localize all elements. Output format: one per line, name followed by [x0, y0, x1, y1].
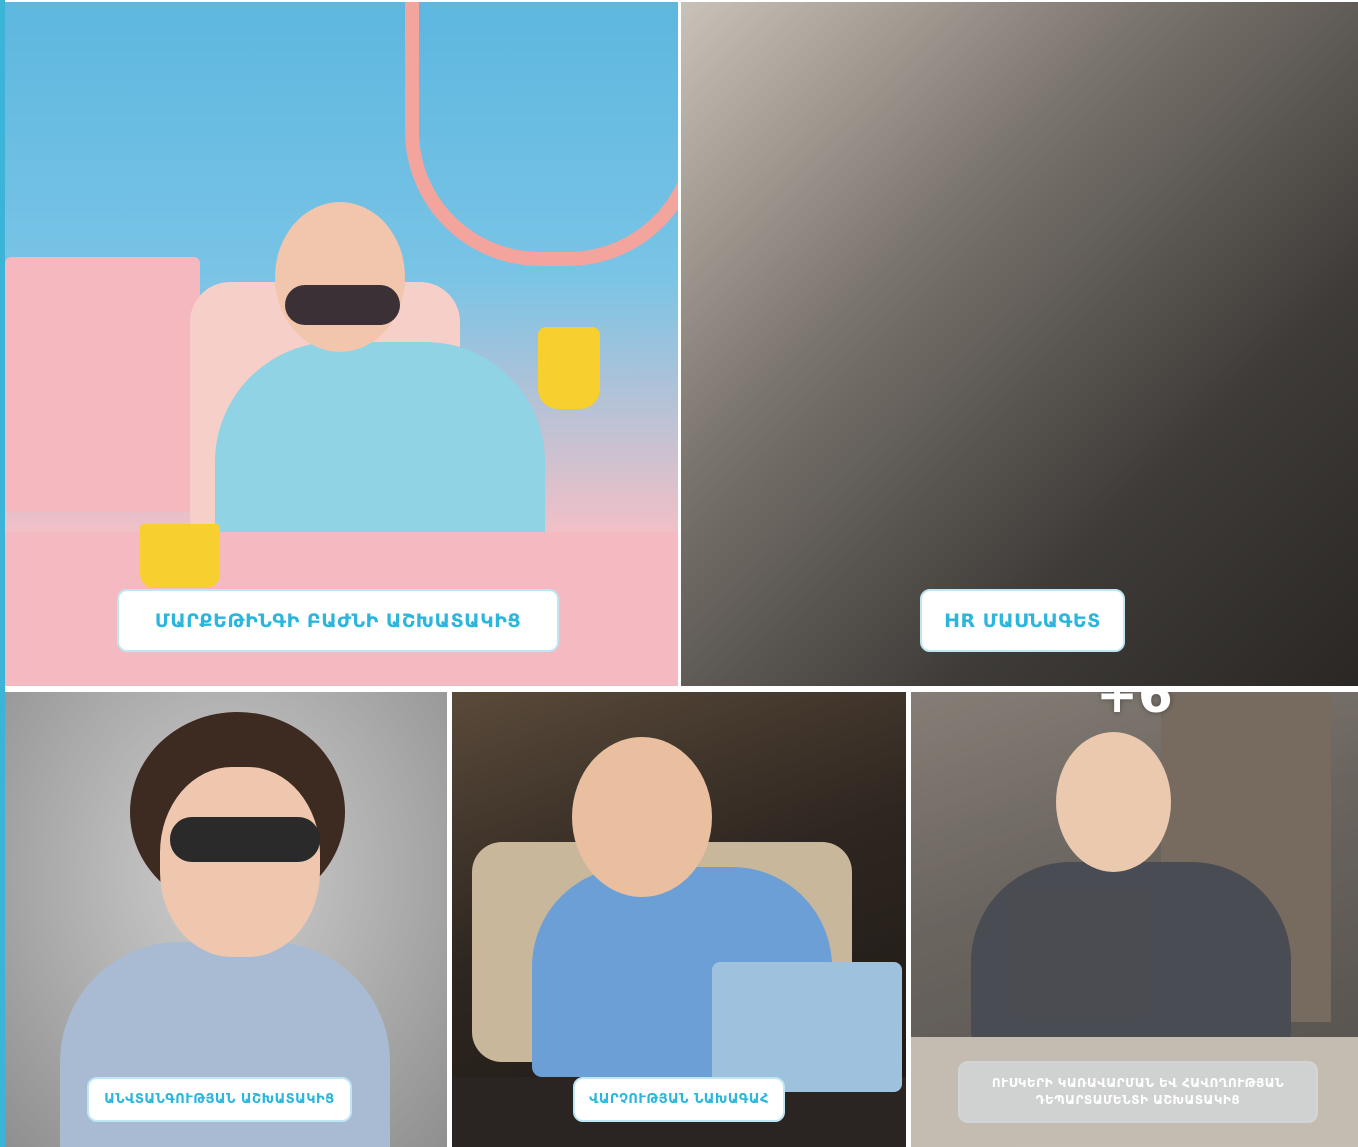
vase-decor	[538, 327, 600, 409]
sunglasses-decor	[285, 285, 400, 325]
mug-decor	[140, 524, 220, 588]
gallery-photo-security[interactable]: ԱՆՎՏԱՆԳՈՒԹՅԱՆ ԱՇԽԱՏԱԿԻՑ	[5, 692, 447, 1147]
gallery-photo-more[interactable]: +6 ՈՒՍԿԵՐԻ ԿԱՌԱՎԱՐՄԱՆ ԵՎ ՀԱՎՈՂՈՒԹՅԱՆ ԴԵՊ…	[911, 692, 1358, 1147]
child-head	[275, 202, 405, 352]
photo-caption: HR ՄԱՍՆԱԳԵՏ	[920, 589, 1125, 652]
mirror-decor	[405, 2, 678, 266]
gallery-photo-board-chair[interactable]: ՎԱՐՉՈՒԹՅԱՆ ՆԱԽԱԳԱՀ	[452, 692, 906, 1147]
photo-caption: ՈՒՍԿԵՐԻ ԿԱՌԱՎԱՐՄԱՆ ԵՎ ՀԱՎՈՂՈՒԹՅԱՆ ԴԵՊԱՐՏ…	[958, 1061, 1318, 1123]
gallery-photo-hr[interactable]: HR ՄԱՍՆԱԳԵՏ	[681, 2, 1358, 686]
laptop-decor	[712, 962, 902, 1092]
photo-caption: ԱՆՎՏԱՆԳՈՒԹՅԱՆ ԱՇԽԱՏԱԿԻՑ	[87, 1077, 352, 1122]
child-head	[160, 767, 320, 957]
more-photos-count[interactable]: +6	[911, 692, 1358, 922]
monitor-decor	[5, 257, 200, 512]
sunglasses-decor	[170, 817, 320, 862]
child-head	[572, 737, 712, 897]
photo-caption: ՎԱՐՉՈՒԹՅԱՆ ՆԱԽԱԳԱՀ	[573, 1077, 785, 1122]
photo-caption: ՄԱՐՔԵԹԻՆԳԻ ԲԱԺՆԻ ԱՇԽԱՏԱԿԻՑ	[117, 589, 559, 652]
gallery-photo-marketing[interactable]: ՄԱՐՔԵԹԻՆԳԻ ԲԱԺՆԻ ԱՇԽԱՏԱԿԻՑ	[5, 2, 678, 686]
